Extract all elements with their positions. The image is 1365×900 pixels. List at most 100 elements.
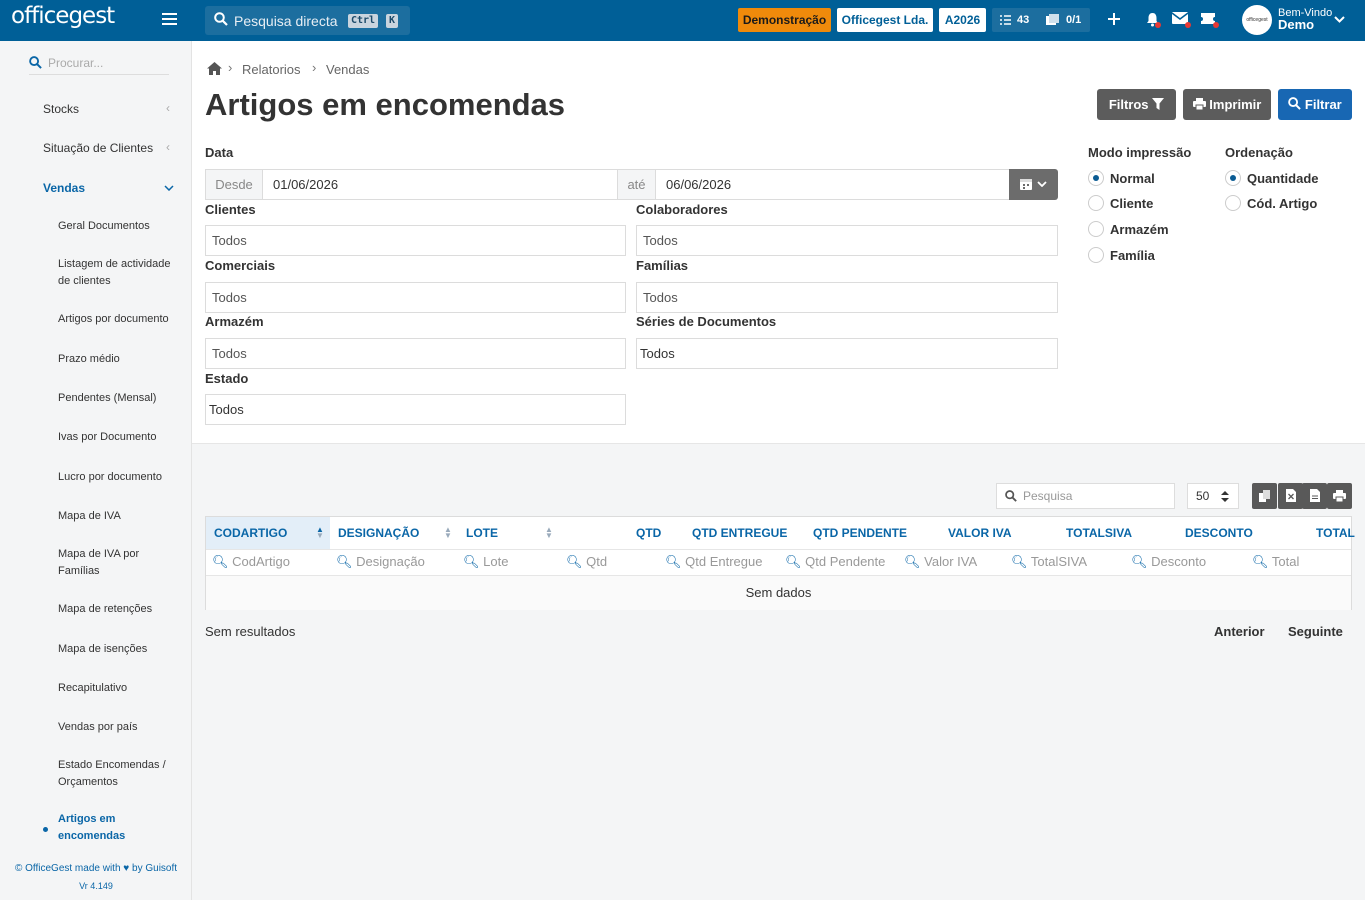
avatar[interactable]: officegest: [1242, 5, 1272, 35]
sidebar-subitem-estado-encomendas[interactable]: Estado Encomendas / Orçamentos: [58, 757, 183, 791]
filter-button[interactable]: Filtrar: [1278, 89, 1352, 120]
sidebar-item-stocks[interactable]: Stocks: [43, 102, 79, 116]
radio-dot: [1225, 195, 1241, 211]
search-icon: [29, 56, 42, 69]
sidebar-subitem-prazo-medio[interactable]: Prazo médio: [58, 351, 183, 368]
company-badge[interactable]: Officegest Lda.: [837, 8, 933, 32]
sidebar-subitem-lucro-documento[interactable]: Lucro por documento: [58, 469, 183, 486]
collaborators-label: Colaboradores: [636, 202, 728, 217]
excel-button[interactable]: [1278, 483, 1303, 509]
filter-total[interactable]: 🔍︎ Total: [1252, 550, 1299, 574]
csv-button[interactable]: [1302, 483, 1327, 509]
sidebar-subitem-pendentes-mensal[interactable]: Pendentes (Mensal): [58, 390, 183, 407]
filter-qtd[interactable]: 🔍︎ Qtd: [566, 550, 607, 574]
add-icon[interactable]: [1107, 12, 1121, 26]
page-size-select[interactable]: 50: [1187, 483, 1239, 509]
column-header-qtd-entregue[interactable]: QTD ENTREGUE: [692, 517, 787, 549]
state-select[interactable]: Todos: [205, 394, 626, 425]
sidebar-subitem-vendas-pais[interactable]: Vendas por país: [58, 719, 183, 736]
menu-toggle-icon[interactable]: [162, 13, 177, 25]
filter-designacao[interactable]: 🔍︎ Designação: [336, 550, 425, 574]
breadcrumb-item-vendas[interactable]: Vendas: [326, 62, 369, 77]
series-select[interactable]: Todos: [636, 338, 1058, 369]
printer-icon: [1192, 98, 1206, 111]
radio-dot: [1088, 247, 1104, 263]
sidebar-subitem-listagem-actividade[interactable]: Listagem de actividade de clientes: [58, 256, 183, 290]
search-icon: 🔍︎: [566, 554, 583, 569]
sidebar-search[interactable]: Procurar...: [29, 53, 169, 75]
column-header-designacao[interactable]: DESIGNAÇÃO: [338, 517, 419, 549]
user-menu[interactable]: Bem-Vindo Demo: [1278, 7, 1332, 31]
filter-placeholder: TotalSIVA: [1030, 554, 1088, 569]
sidebar-subitem-mapa-retencoes[interactable]: Mapa de retenções: [58, 601, 183, 618]
sidebar-subitem-artigos-documento[interactable]: Artigos por documento: [58, 311, 183, 328]
tasks-count: 43: [1017, 14, 1030, 26]
sidebar-subitem-recapitulativo[interactable]: Recapitulativo: [58, 680, 183, 697]
warehouse-select[interactable]: Todos: [205, 338, 626, 369]
sidebar-item-vendas[interactable]: Vendas: [43, 181, 85, 195]
commercials-select[interactable]: Todos: [205, 282, 626, 313]
sidebar-subitem-artigos-encomendas[interactable]: Artigos em encomendas: [58, 811, 183, 845]
counters-badge[interactable]: 43 0/1: [992, 8, 1090, 32]
table-search-input[interactable]: Pesquisa: [996, 483, 1175, 509]
chevron-left-icon: ‹: [166, 101, 170, 115]
home-icon[interactable]: [207, 62, 222, 75]
documents-icon: [1046, 14, 1059, 25]
sidebar-search-placeholder: Procurar...: [48, 56, 104, 70]
sidebar-subitem-ivas-documento[interactable]: Ivas por Documento: [58, 429, 183, 446]
quick-search[interactable]: Pesquisa directa Ctrl K: [205, 6, 410, 35]
column-header-codartigo[interactable]: CODARTIGO: [214, 517, 287, 549]
sort-icon[interactable]: ▲ ▼: [444, 526, 452, 540]
filter-placeholder: Designação: [356, 554, 425, 569]
search-icon: 🔍︎: [1011, 554, 1028, 569]
families-select[interactable]: Todos: [636, 282, 1058, 313]
sort-icon[interactable]: ▲ ▼: [545, 526, 553, 540]
filter-codartigo[interactable]: 🔍︎ CodArtigo: [212, 550, 290, 574]
sidebar-subitem-mapa-iva[interactable]: Mapa de IVA: [58, 508, 183, 525]
column-header-totalsiva[interactable]: TOTALSIVA: [1066, 517, 1132, 549]
next-page-button[interactable]: Seguinte: [1288, 624, 1343, 639]
filter-lote[interactable]: 🔍︎ Lote: [463, 550, 508, 574]
clients-select[interactable]: Todos: [205, 225, 626, 256]
chevron-down-icon[interactable]: [1334, 16, 1345, 23]
breadcrumb-item-relatorios[interactable]: Relatorios: [242, 62, 301, 77]
date-from-input[interactable]: 01/06/2026: [262, 169, 618, 200]
filter-valor-iva[interactable]: 🔍︎ Valor IVA: [904, 550, 977, 574]
search-icon: [1005, 490, 1017, 502]
documents-count: 0/1: [1066, 14, 1082, 26]
sidebar-subitem-mapa-iva-familias[interactable]: Mapa de IVA por Famílias: [58, 546, 183, 580]
filter-desconto[interactable]: 🔍︎ Desconto: [1131, 550, 1206, 574]
year-badge[interactable]: A2026: [939, 8, 986, 32]
demo-badge[interactable]: Demonstração: [738, 8, 831, 32]
shortcut-key-ctrl: Ctrl: [348, 14, 379, 28]
empty-row: Sem dados: [206, 575, 1351, 610]
date-from-label: Desde: [205, 169, 263, 200]
column-header-qtd[interactable]: QTD: [636, 517, 661, 549]
column-header-qtd-pendente[interactable]: QTD PENDENTE: [813, 517, 907, 549]
column-header-total[interactable]: TOTAL: [1316, 517, 1355, 549]
filters-button[interactable]: Filtros: [1097, 89, 1176, 120]
prev-page-button[interactable]: Anterior: [1214, 624, 1265, 639]
filter-qtd-pendente[interactable]: 🔍︎ Qtd Pendente: [785, 550, 885, 574]
copy-icon: [1259, 490, 1270, 502]
sidebar-subitem-geral-documentos[interactable]: Geral Documentos: [58, 218, 183, 235]
chevron-right-icon: ›: [228, 60, 233, 75]
filter-qtd-entregue[interactable]: 🔍︎ Qtd Entregue: [665, 550, 762, 574]
sidebar-subitem-mapa-isencoes[interactable]: Mapa de isenções: [58, 641, 183, 658]
print-button[interactable]: Imprimir: [1183, 89, 1271, 120]
sort-asc-icon[interactable]: ▲ ▼: [316, 526, 324, 540]
active-bullet-icon: [43, 827, 48, 832]
column-header-lote[interactable]: LOTE: [466, 517, 498, 549]
app-logo[interactable]: officegest: [11, 3, 115, 29]
filter-totalsiva[interactable]: 🔍︎ TotalSIVA: [1011, 550, 1087, 574]
sidebar-item-situacao-clientes[interactable]: Situação de Clientes: [43, 141, 153, 155]
copy-button[interactable]: [1252, 483, 1277, 509]
column-header-valor-iva[interactable]: VALOR IVA: [948, 517, 1012, 549]
table-print-button[interactable]: [1327, 483, 1352, 509]
footer-credit-right[interactable]: by Guisoft: [132, 863, 177, 874]
collaborators-select[interactable]: Todos: [636, 225, 1058, 256]
column-header-desconto[interactable]: DESCONTO: [1185, 517, 1253, 549]
date-to-input[interactable]: 06/06/2026: [655, 169, 1010, 200]
state-label: Estado: [205, 371, 249, 386]
calendar-button[interactable]: [1009, 169, 1058, 200]
